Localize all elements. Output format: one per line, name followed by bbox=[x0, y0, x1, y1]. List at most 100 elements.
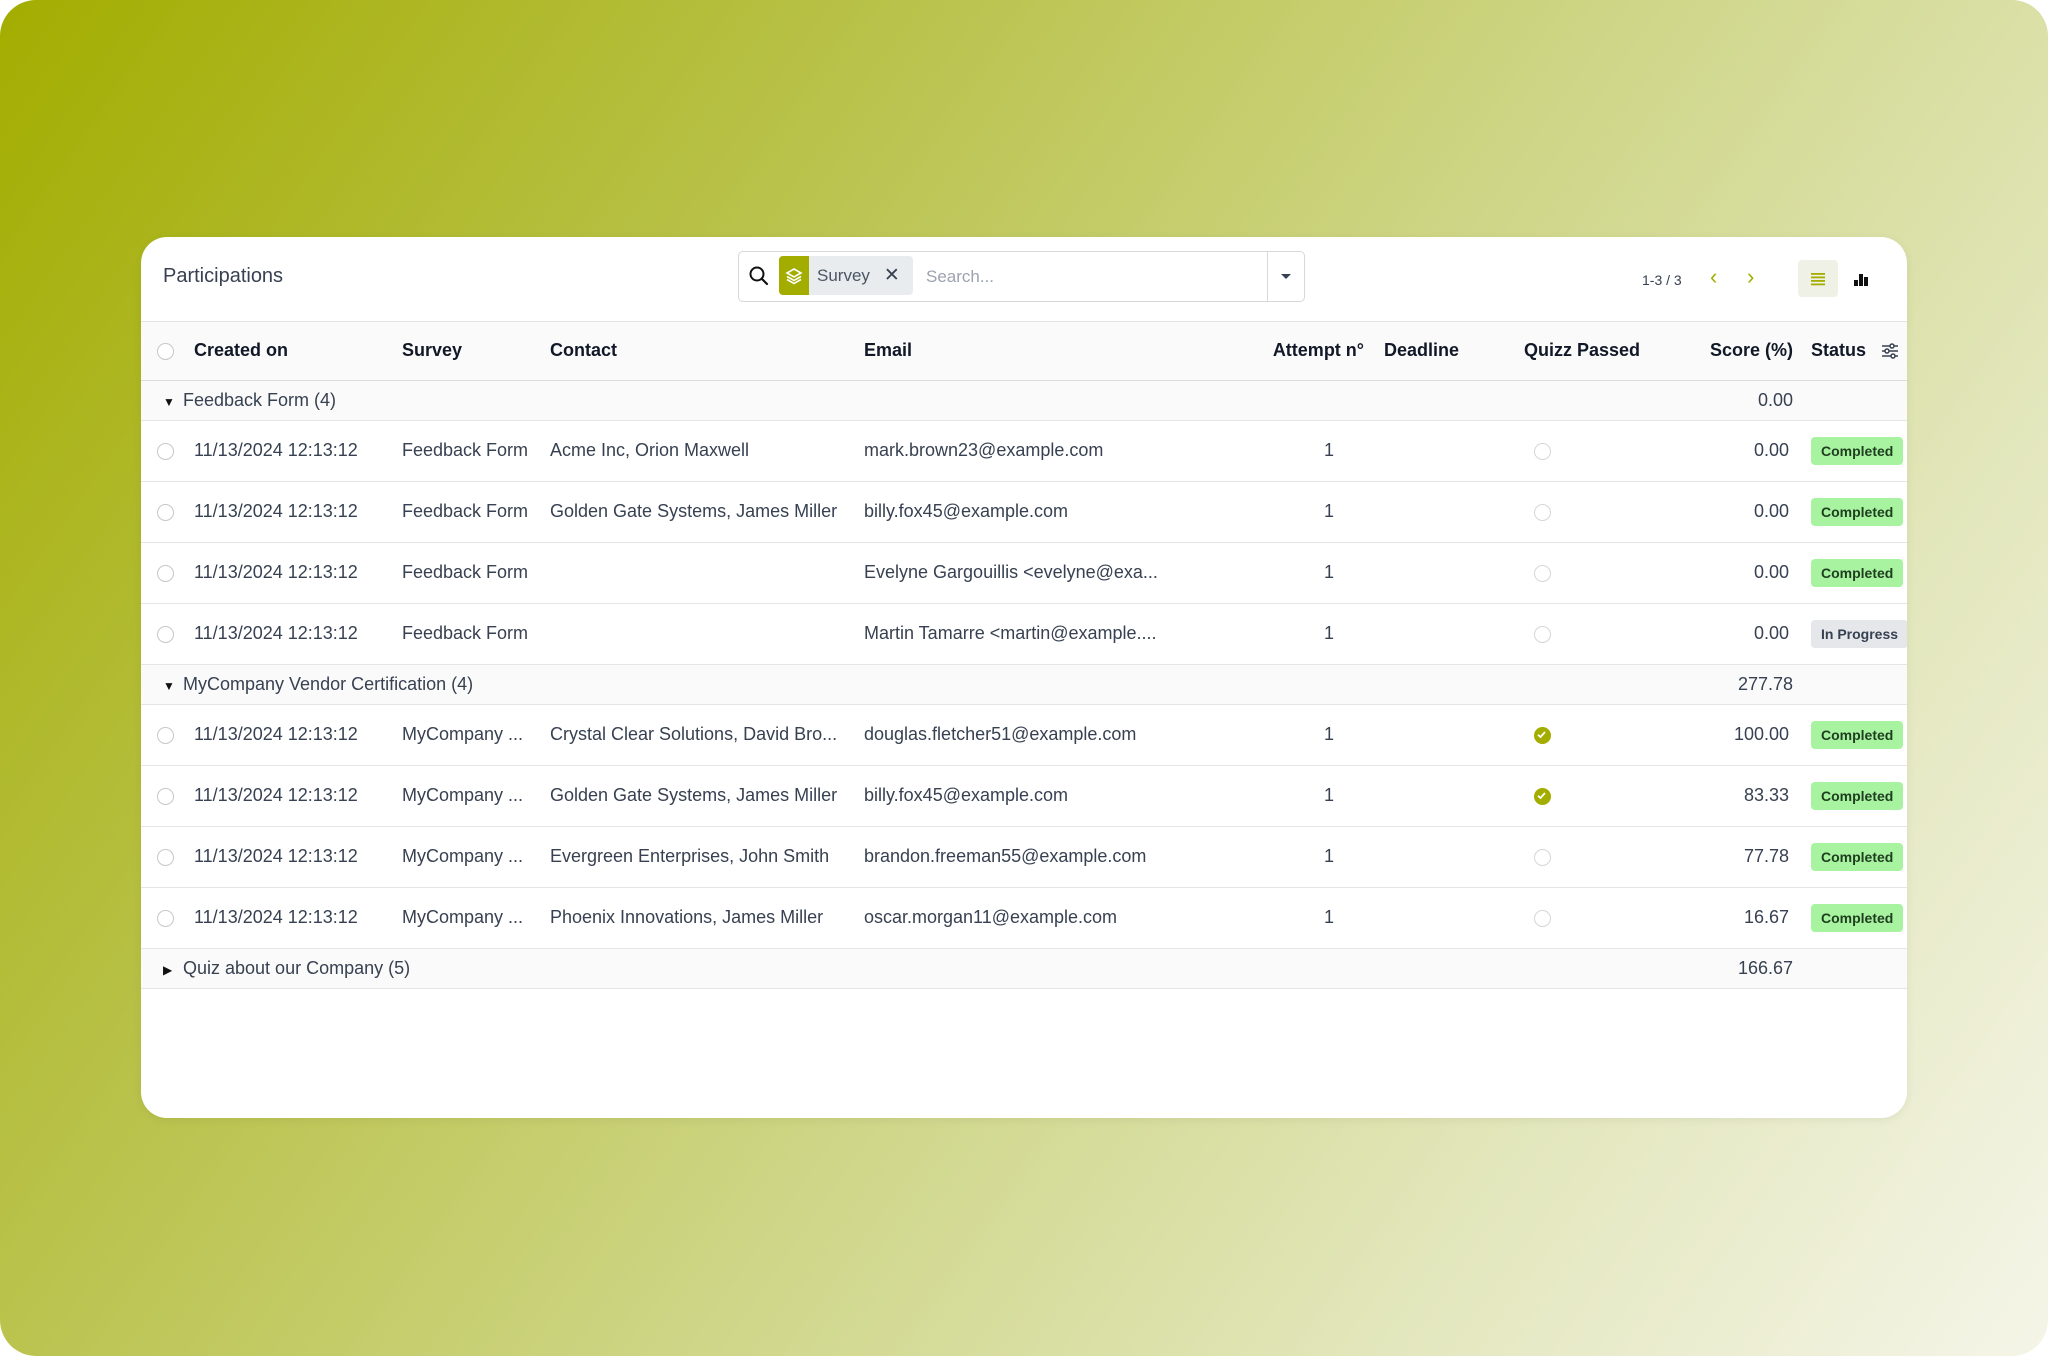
col-attempt[interactable]: Attempt n° bbox=[1164, 322, 1364, 380]
cell-created-on: 11/13/2024 12:13:12 bbox=[194, 785, 358, 805]
row-checkbox[interactable] bbox=[141, 481, 194, 542]
cell-deadline bbox=[1364, 603, 1524, 664]
cell-email: Evelyne Gargouillis <evelyne@exa... bbox=[864, 562, 1158, 582]
row-checkbox[interactable] bbox=[141, 704, 194, 765]
cell-contact: Acme Inc, Orion Maxwell bbox=[550, 440, 750, 460]
cell-email: brandon.freeman55@example.com bbox=[864, 846, 1147, 866]
search-input[interactable] bbox=[924, 260, 1268, 293]
cell-attempt: 1 bbox=[1323, 907, 1334, 927]
cell-status: Completed bbox=[1793, 542, 1907, 603]
cell-created-on: 11/13/2024 12:13:12 bbox=[194, 562, 358, 582]
search-bar[interactable]: Survey ✕ bbox=[738, 251, 1305, 302]
cell-email: billy.fox45@example.com bbox=[864, 785, 1069, 805]
row-checkbox[interactable] bbox=[141, 542, 194, 603]
table-row[interactable]: 11/13/2024 12:13:12 MyCompany ... Phoenix … bbox=[141, 887, 1907, 948]
col-deadline[interactable]: Deadline bbox=[1364, 322, 1524, 380]
cell-quizz-passed bbox=[1524, 826, 1664, 887]
background: Participations Survey ✕ Search... 1-3 / … bbox=[0, 0, 2048, 1356]
cell-quizz-passed bbox=[1524, 481, 1664, 542]
row-checkbox[interactable] bbox=[141, 826, 194, 887]
table-row[interactable]: 11/13/2024 12:13:12 Feedback Form Acme Inc… bbox=[141, 420, 1907, 481]
optional-columns-icon[interactable] bbox=[1881, 342, 1899, 360]
row-checkbox[interactable] bbox=[141, 420, 194, 481]
cell-score: 0.00 bbox=[1753, 501, 1789, 521]
group-label-cell[interactable]: ▼ Feedback Form (4) bbox=[141, 380, 1664, 420]
status-badge: Completed bbox=[1811, 781, 1904, 810]
cell-quizz-passed bbox=[1524, 765, 1664, 826]
list-view-button[interactable] bbox=[1798, 260, 1838, 297]
cell-email: douglas.fletcher51@example.com bbox=[864, 724, 1137, 744]
cell-status: Completed bbox=[1793, 420, 1907, 481]
col-quizz-passed[interactable]: Quizz Passed bbox=[1524, 322, 1664, 380]
participations-window: Participations Survey ✕ Search... 1-3 / … bbox=[141, 237, 1907, 1118]
page-title: Participations bbox=[163, 265, 284, 287]
col-score[interactable]: Score (%) bbox=[1664, 322, 1793, 380]
cell-score: 0.00 bbox=[1753, 440, 1789, 460]
cell-status: Completed bbox=[1793, 481, 1907, 542]
col-status-header: Status bbox=[1793, 322, 1907, 380]
pager-value[interactable]: 1-3 / 3 bbox=[1642, 272, 1682, 288]
cell-status: Completed bbox=[1793, 887, 1907, 948]
group-label-cell[interactable]: ▶ Quiz about our Company (5) bbox=[141, 948, 1664, 988]
cell-contact: Crystal Clear Solutions, David Bro... bbox=[550, 724, 838, 744]
cell-contact: Golden Gate Systems, James Miller bbox=[550, 501, 838, 521]
col-status[interactable]: Status bbox=[1793, 340, 1866, 360]
table-row[interactable]: 11/13/2024 12:13:12 Feedback Form Martin T… bbox=[141, 603, 1907, 664]
cell-created-on: 11/13/2024 12:13:12 bbox=[194, 724, 358, 744]
group-row[interactable]: ▼ Feedback Form (4) 0.00 bbox=[141, 380, 1907, 420]
row-checkbox[interactable] bbox=[141, 765, 194, 826]
group-label: MyCompany Vendor Certification (4) bbox=[183, 673, 474, 694]
cell-contact: Golden Gate Systems, James Miller bbox=[550, 785, 838, 805]
group-row[interactable]: ▶ Quiz about our Company (5) 166.67 bbox=[141, 948, 1907, 988]
search-options-toggle[interactable] bbox=[1267, 252, 1304, 301]
table-row[interactable]: 11/13/2024 12:13:12 MyCompany ... Evergree… bbox=[141, 826, 1907, 887]
cell-status: Completed bbox=[1793, 826, 1907, 887]
participations-table: Created on Survey Contact Email Attempt … bbox=[141, 322, 1907, 989]
cell-created-on: 11/13/2024 12:13:12 bbox=[194, 501, 358, 521]
chevron-right-icon[interactable]: › bbox=[1747, 264, 1754, 290]
table-row[interactable]: 11/13/2024 12:13:12 MyCompany ... Crystal … bbox=[141, 704, 1907, 765]
cell-quizz-passed bbox=[1524, 420, 1664, 481]
select-all-checkbox[interactable] bbox=[141, 322, 194, 380]
status-badge: In Progress bbox=[1811, 619, 1907, 648]
col-created-on[interactable]: Created on bbox=[194, 322, 402, 380]
status-badge: Completed bbox=[1811, 558, 1904, 587]
cell-score: 77.78 bbox=[1743, 846, 1789, 866]
cell-score: 83.33 bbox=[1743, 785, 1789, 805]
empty-circle-icon bbox=[1534, 564, 1551, 582]
table-row[interactable]: 11/13/2024 12:13:12 MyCompany ... Golden G… bbox=[141, 765, 1907, 826]
cell-attempt: 1 bbox=[1323, 440, 1334, 460]
row-checkbox[interactable] bbox=[141, 887, 194, 948]
status-badge: Completed bbox=[1811, 497, 1904, 526]
cell-survey: Feedback Form bbox=[402, 440, 529, 460]
col-contact[interactable]: Contact bbox=[550, 322, 864, 380]
graph-view-button[interactable] bbox=[1841, 260, 1881, 297]
empty-circle-icon bbox=[1534, 909, 1551, 927]
cell-deadline bbox=[1364, 542, 1524, 603]
cell-email: mark.brown23@example.com bbox=[864, 440, 1104, 460]
row-checkbox[interactable] bbox=[141, 603, 194, 664]
caret-down-icon: ▼ bbox=[163, 394, 175, 409]
col-survey[interactable]: Survey bbox=[402, 322, 550, 380]
cell-quizz-passed bbox=[1524, 603, 1664, 664]
group-row[interactable]: ▼ MyCompany Vendor Certification (4) 277.7… bbox=[141, 664, 1907, 704]
survey-facet: Survey ✕ bbox=[779, 256, 913, 295]
cell-survey: Feedback Form bbox=[402, 623, 529, 643]
cell-deadline bbox=[1364, 420, 1524, 481]
col-email[interactable]: Email bbox=[864, 322, 1164, 380]
cell-quizz-passed bbox=[1524, 542, 1664, 603]
chevron-left-icon[interactable]: ‹ bbox=[1710, 264, 1717, 290]
table-row[interactable]: 11/13/2024 12:13:12 Feedback Form Golden G… bbox=[141, 481, 1907, 542]
cell-deadline bbox=[1364, 481, 1524, 542]
group-label-cell[interactable]: ▼ MyCompany Vendor Certification (4) bbox=[141, 664, 1664, 704]
cell-attempt: 1 bbox=[1323, 623, 1334, 643]
search-icon[interactable] bbox=[748, 265, 770, 287]
facet-remove-icon[interactable]: ✕ bbox=[884, 266, 900, 285]
status-badge: Completed bbox=[1811, 720, 1904, 749]
group-label: Quiz about our Company (5) bbox=[183, 957, 411, 978]
cell-created-on: 11/13/2024 12:13:12 bbox=[194, 623, 358, 643]
table-row[interactable]: 11/13/2024 12:13:12 Feedback Form Evelyne … bbox=[141, 542, 1907, 603]
group-score-total: 166.67 bbox=[1737, 957, 1793, 978]
cell-attempt: 1 bbox=[1323, 846, 1334, 866]
list-icon bbox=[1811, 272, 1825, 285]
